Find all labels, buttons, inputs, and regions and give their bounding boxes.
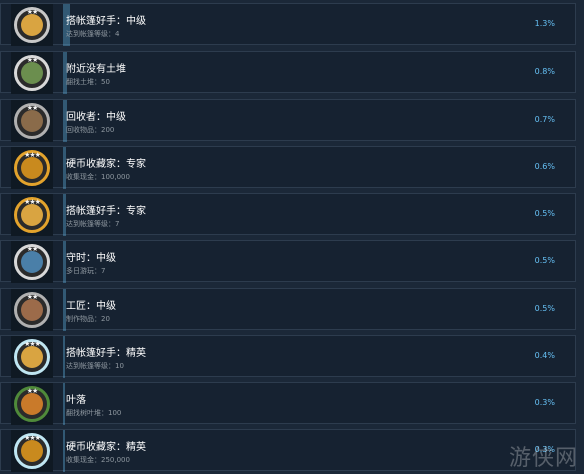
stars-icon: ★★★ <box>24 340 41 348</box>
tent-icon: ★★★ <box>14 197 50 233</box>
achievement-row[interactable]: ★★ 工匠：中级 制作物品：20 0.5% <box>0 288 576 331</box>
unlock-percent: 0.6% <box>534 162 555 171</box>
achievement-description: 达到帐篷等级：4 <box>66 30 120 38</box>
unlock-percent: 0.3% <box>534 398 555 407</box>
stars-icon: ★★ <box>26 56 39 64</box>
recycle-icon: ★★ <box>14 103 50 139</box>
achievement-title: 硬币收藏家：专家 <box>66 159 146 170</box>
coin-icon: ★★★ <box>14 433 50 469</box>
achievement-description: 达到帐篷等级：7 <box>66 220 120 228</box>
achievement-icon-frame: ★★ <box>11 4 53 46</box>
unlock-percent: 0.5% <box>534 256 555 265</box>
progress-bar <box>63 383 65 425</box>
achievement-description: 收集现金：250,000 <box>66 456 130 464</box>
achievement-title: 搭帐篷好手：专家 <box>66 206 146 217</box>
achievement-title: 硬币收藏家：精英 <box>66 442 146 453</box>
achievement-description: 制作物品：20 <box>66 315 110 323</box>
stars-icon: ★★★ <box>24 434 41 442</box>
dirt-pile-icon: ★★ <box>14 55 50 91</box>
achievement-icon-frame: ★★ <box>11 52 53 94</box>
achievement-description: 翻找树叶堆：100 <box>66 409 122 417</box>
achievement-row[interactable]: ★★ 回收者：中级 回收物品：200 0.7% <box>0 99 576 142</box>
tent-icon: ★★★ <box>14 339 50 375</box>
stars-icon: ★★★ <box>24 151 41 159</box>
achievement-row[interactable]: ★★★ 搭帐篷好手：精英 达到帐篷等级：10 0.4% <box>0 335 576 378</box>
achievement-description: 回收物品：200 <box>66 126 115 134</box>
achievement-icon-frame: ★★★ <box>11 147 53 189</box>
achievement-icon-frame: ★★ <box>11 383 53 425</box>
achievement-list: ★★ 搭帐篷好手：中级 达到帐篷等级：4 1.3% ★★ 附近没有土堆 翻找土堆… <box>0 0 584 474</box>
clock-icon: ★★ <box>14 244 50 280</box>
achievement-title: 守时：中级 <box>66 253 116 264</box>
leaf-pile-icon: ★★ <box>14 386 50 422</box>
progress-bar <box>63 336 65 378</box>
stars-icon: ★★ <box>26 8 39 16</box>
progress-bar <box>63 430 65 472</box>
achievement-title: 叶落 <box>66 395 86 406</box>
coin-icon: ★★★ <box>14 150 50 186</box>
stars-icon: ★★ <box>26 293 39 301</box>
achievement-title: 回收者：中级 <box>66 112 126 123</box>
achievement-description: 达到帐篷等级：10 <box>66 362 124 370</box>
unlock-percent: 0.5% <box>534 304 555 313</box>
achievement-description: 多日游玩：7 <box>66 267 106 275</box>
achievement-row[interactable]: ★★★ 硬币收藏家：专家 收集现金：100,000 0.6% <box>0 146 576 189</box>
unlock-percent: 0.8% <box>534 67 555 76</box>
achievement-icon-frame: ★★ <box>11 241 53 283</box>
achievement-row[interactable]: ★★ 附近没有土堆 翻找土堆：50 0.8% <box>0 51 576 94</box>
achievement-title: 附近没有土堆 <box>66 64 126 75</box>
achievement-title: 工匠：中级 <box>66 301 116 312</box>
stars-icon: ★★ <box>26 104 39 112</box>
tent-icon: ★★ <box>14 7 50 43</box>
achievement-icon-frame: ★★★ <box>11 194 53 236</box>
watermark-logo: 游侠网 <box>508 446 578 471</box>
achievement-row[interactable]: ★★★ 搭帐篷好手：专家 达到帐篷等级：7 0.5% <box>0 193 576 236</box>
stars-icon: ★★★ <box>24 198 41 206</box>
achievement-title: 搭帐篷好手：精英 <box>66 348 146 359</box>
achievement-row[interactable]: ★★ 搭帐篷好手：中级 达到帐篷等级：4 1.3% <box>0 3 576 46</box>
hammer-icon: ★★ <box>14 292 50 328</box>
unlock-percent: 0.5% <box>534 209 555 218</box>
achievement-title: 搭帐篷好手：中级 <box>66 16 146 27</box>
achievement-icon-frame: ★★ <box>11 100 53 142</box>
achievement-row[interactable]: ★★ 守时：中级 多日游玩：7 0.5% <box>0 240 576 283</box>
stars-icon: ★★ <box>26 387 39 395</box>
unlock-percent: 1.3% <box>534 19 555 28</box>
achievement-row[interactable]: ★★★ 硬币收藏家：精英 收集现金：250,000 0.3% <box>0 429 576 472</box>
achievement-icon-frame: ★★★ <box>11 430 53 472</box>
unlock-percent: 0.7% <box>534 115 555 124</box>
stars-icon: ★★ <box>26 245 39 253</box>
unlock-percent: 0.4% <box>534 351 555 360</box>
achievement-description: 收集现金：100,000 <box>66 173 130 181</box>
achievement-description: 翻找土堆：50 <box>66 78 110 86</box>
achievement-row[interactable]: ★★ 叶落 翻找树叶堆：100 0.3% <box>0 382 576 425</box>
achievement-icon-frame: ★★★ <box>11 336 53 378</box>
achievement-icon-frame: ★★ <box>11 289 53 331</box>
